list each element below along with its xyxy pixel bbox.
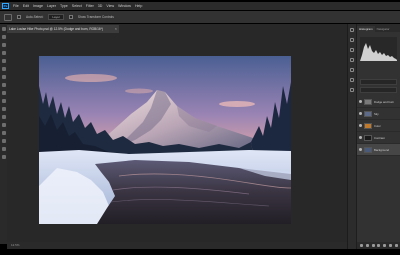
visibility-eye-icon[interactable] [359, 136, 362, 139]
document-tab-bar: Lake Louise Hike Photo.psd @ 12.5% (Dodg… [7, 24, 347, 33]
healing-brush-tool-icon[interactable] [1, 75, 6, 79]
photoshop-logo-icon: Ps [2, 3, 9, 9]
layer-name: Dodge and burn [374, 99, 395, 104]
document-tab-title: Lake Louise Hike Photo.psd @ 12.5% (Dodg… [9, 27, 103, 31]
move-tool-icon[interactable] [4, 13, 12, 21]
pen-tool-icon[interactable] [1, 131, 6, 135]
close-icon[interactable]: × [115, 25, 117, 33]
link-layers-icon[interactable] [360, 244, 364, 247]
layer-filter-bar[interactable] [360, 79, 397, 85]
new-group-icon[interactable] [383, 244, 387, 247]
mountain-landscape-image [39, 56, 291, 224]
menu-file[interactable]: File [13, 4, 19, 8]
layer-thumbnail [364, 134, 372, 141]
hand-tool-icon[interactable] [1, 147, 6, 151]
menu-type[interactable]: Type [60, 4, 68, 8]
new-adjustment-icon[interactable] [377, 244, 381, 247]
menu-bar: Ps File Edit Image Layer Type Select Fil… [0, 2, 400, 10]
layer-name: Sky [374, 111, 379, 116]
auto-select-checkbox[interactable] [17, 15, 21, 19]
layers-panel: Dodge and burn Sky Color Contrast Backgr… [357, 79, 400, 156]
menu-image[interactable]: Image [33, 4, 43, 8]
histogram-graph [360, 37, 397, 61]
swatches-icon[interactable] [350, 68, 354, 72]
layer-name: Contrast [374, 135, 385, 140]
toolbar [0, 24, 7, 244]
marquee-tool-icon[interactable] [1, 35, 6, 39]
menu-select[interactable]: Select [72, 4, 82, 8]
tab-histogram[interactable]: Histogram [357, 26, 375, 32]
histogram-panel-tabs: Histogram Navigator [357, 24, 400, 32]
right-panels: Histogram Navigator Dodge and burn Sky C… [356, 24, 400, 249]
brush-tool-icon[interactable] [1, 83, 6, 87]
gradient-tool-icon[interactable] [1, 115, 6, 119]
visibility-eye-icon[interactable] [359, 100, 362, 103]
blend-mode-bar[interactable] [360, 87, 397, 93]
layer-row[interactable]: Dodge and burn [357, 96, 400, 108]
visibility-eye-icon[interactable] [359, 112, 362, 115]
brush-settings-icon[interactable] [350, 58, 354, 62]
layer-row[interactable]: Color [357, 120, 400, 132]
auto-select-label: Auto-Select: [26, 15, 44, 19]
menu-layer[interactable]: Layer [47, 4, 56, 8]
document-tab[interactable]: Lake Louise Hike Photo.psd @ 12.5% (Dodg… [7, 25, 119, 33]
auto-select-dropdown[interactable]: Layer [48, 14, 64, 20]
photoshop-window: Ps File Edit Image Layer Type Select Fil… [0, 0, 400, 255]
type-tool-icon[interactable] [1, 139, 6, 143]
tab-navigator[interactable]: Navigator [375, 26, 392, 32]
layer-name: Color [374, 123, 381, 128]
zoom-level[interactable]: 12.5% [11, 243, 20, 247]
document-image[interactable] [39, 56, 291, 224]
status-bar: 12.5% [7, 242, 347, 249]
menu-help[interactable]: Help [135, 4, 142, 8]
layers-list: Dodge and burn Sky Color Contrast Backgr… [357, 96, 400, 156]
layer-style-icon[interactable] [366, 244, 370, 247]
history-icon[interactable] [350, 28, 354, 32]
eyedropper-tool-icon[interactable] [1, 67, 6, 71]
eraser-tool-icon[interactable] [1, 107, 6, 111]
dodge-tool-icon[interactable] [1, 123, 6, 127]
layer-thumbnail [364, 98, 372, 105]
history-brush-tool-icon[interactable] [1, 99, 6, 103]
add-mask-icon[interactable] [371, 244, 375, 247]
panel-icon-strip [347, 24, 356, 249]
clone-stamp-tool-icon[interactable] [1, 91, 6, 95]
menu-filter[interactable]: Filter [86, 4, 94, 8]
layer-thumbnail [364, 146, 372, 153]
layer-name: Background [374, 147, 389, 152]
properties-icon[interactable] [350, 38, 354, 42]
menu-view[interactable]: View [106, 4, 114, 8]
new-layer-icon[interactable] [388, 244, 392, 247]
layer-row[interactable]: Sky [357, 108, 400, 120]
lasso-tool-icon[interactable] [1, 43, 6, 47]
menu-edit[interactable]: Edit [23, 4, 29, 8]
transform-controls-label: Show Transform Controls [77, 15, 114, 19]
menu-window[interactable]: Window [118, 4, 131, 8]
options-bar: Auto-Select: Layer Show Transform Contro… [0, 11, 400, 23]
transform-controls-checkbox[interactable] [68, 15, 73, 19]
layer-row[interactable]: Contrast [357, 132, 400, 144]
zoom-tool-icon[interactable] [1, 155, 6, 159]
trash-icon[interactable] [394, 244, 398, 247]
quick-select-tool-icon[interactable] [1, 51, 6, 55]
channels-icon[interactable] [350, 78, 354, 82]
move-tool-icon[interactable] [1, 27, 6, 31]
layer-row[interactable]: Background [357, 144, 400, 156]
adjustments-icon[interactable] [350, 48, 354, 52]
paths-icon[interactable] [350, 88, 354, 92]
menu-3d[interactable]: 3D [98, 4, 103, 8]
crop-tool-icon[interactable] [1, 59, 6, 63]
canvas-area[interactable] [7, 33, 347, 243]
layers-panel-footer [357, 242, 400, 249]
visibility-eye-icon[interactable] [359, 148, 362, 151]
layer-thumbnail [364, 122, 372, 129]
visibility-eye-icon[interactable] [359, 124, 362, 127]
layer-thumbnail [364, 110, 372, 117]
